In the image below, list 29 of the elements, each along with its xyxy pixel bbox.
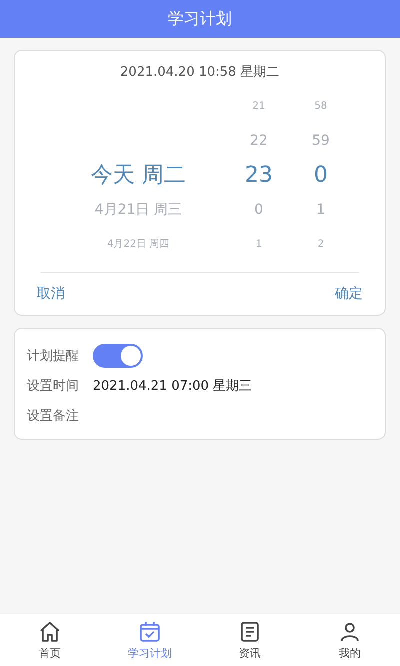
cancel-button[interactable]: 取消 bbox=[37, 282, 65, 304]
hour-option[interactable]: 1 bbox=[256, 238, 262, 250]
document-icon bbox=[238, 620, 262, 644]
date-option[interactable]: 4月21日 周三 bbox=[94, 200, 182, 219]
time-label: 设置时间 bbox=[27, 378, 79, 395]
date-option[interactable]: 4月22日 周四 bbox=[107, 237, 170, 252]
tab[interactable]: 首页 bbox=[0, 614, 100, 666]
time-value[interactable]: 2021.04.21 07:00 星期三 bbox=[93, 377, 252, 395]
confirm-button[interactable]: 确定 bbox=[335, 282, 363, 304]
calendar-check-icon bbox=[138, 620, 162, 644]
minute-option[interactable]: 0 bbox=[314, 162, 328, 188]
reminder-toggle[interactable] bbox=[93, 344, 143, 368]
date-option[interactable]: 今天 周二 bbox=[91, 160, 186, 190]
hour-option[interactable]: 0 bbox=[254, 202, 264, 218]
home-icon bbox=[38, 620, 62, 644]
minute-option[interactable]: 2 bbox=[318, 238, 324, 250]
hour-option[interactable]: 22 bbox=[250, 132, 268, 149]
page-title: 学习计划 bbox=[168, 8, 232, 30]
reminder-label: 计划提醒 bbox=[27, 348, 79, 365]
minute-option[interactable]: 59 bbox=[312, 132, 330, 149]
note-label: 设置备注 bbox=[27, 408, 79, 425]
tab[interactable]: 我的 bbox=[300, 614, 400, 666]
minute-option[interactable]: 1 bbox=[316, 202, 326, 218]
hour-option[interactable]: 21 bbox=[252, 100, 266, 112]
tab[interactable]: 学习计划 bbox=[100, 614, 200, 666]
tab[interactable]: 资讯 bbox=[200, 614, 300, 666]
current-time: 2021.04.20 10:58 星期二 bbox=[119, 64, 281, 82]
hour-option[interactable]: 23 bbox=[245, 162, 273, 188]
minute-option[interactable]: 58 bbox=[314, 100, 328, 112]
